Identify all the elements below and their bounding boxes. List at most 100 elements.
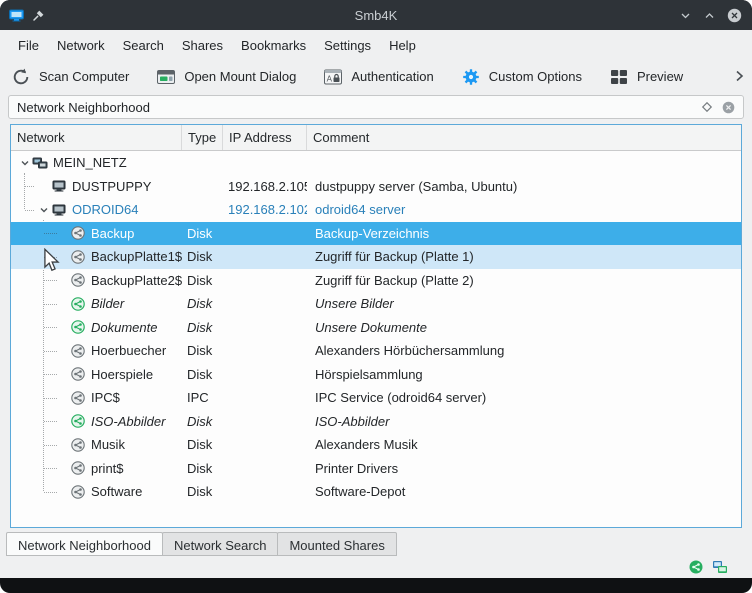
toolbar-overflow-icon[interactable] [734, 69, 744, 83]
ip-cell [223, 410, 307, 434]
menubar: FileNetworkSearchSharesBookmarksSettings… [0, 30, 752, 60]
menu-settings[interactable]: Settings [315, 34, 380, 57]
name-cell: IPC$ [11, 386, 182, 410]
table-row-hoerspiele[interactable]: HoerspieleDiskHörspielsammlung [11, 363, 741, 387]
tree-branch-line [44, 351, 57, 352]
entry-name: BackupPlatte1$ [91, 249, 182, 264]
entry-name: DUSTPUPPY [72, 179, 151, 194]
ip-cell [223, 269, 307, 293]
tab-mounted-shares[interactable]: Mounted Shares [277, 532, 396, 556]
comment-cell: Zugriff für Backup (Platte 2) [307, 269, 741, 293]
name-cell: BackupPlatte1$ [11, 245, 182, 269]
name-cell: Hoerbuecher [11, 339, 182, 363]
tree-branch-line [44, 257, 57, 258]
tab-network-neighborhood[interactable]: Network Neighborhood [6, 532, 163, 556]
close-button[interactable] [727, 8, 742, 23]
column-header-comment[interactable]: Comment [307, 125, 741, 150]
pin-icon[interactable] [32, 9, 45, 22]
scan-computer-button[interactable]: Scan Computer [10, 66, 129, 88]
table-row-backup[interactable]: BackupDiskBackup-Verzeichnis [11, 222, 741, 246]
type-cell: Disk [182, 269, 223, 293]
tree-branch-line [44, 327, 57, 328]
ip-cell [223, 433, 307, 457]
custom-options-icon [460, 66, 482, 88]
entry-name: Hoerbuecher [91, 343, 166, 358]
name-cell: Musik [11, 433, 182, 457]
statusbar [0, 556, 752, 578]
table-row-dustpuppy[interactable]: DUSTPUPPY192.168.2.105dustpuppy server (… [11, 175, 741, 199]
table-row-ipc[interactable]: IPC$IPCIPC Service (odroid64 server) [11, 386, 741, 410]
tree-branch-line [25, 186, 34, 187]
table-row-hoerbuecher[interactable]: HoerbuecherDiskAlexanders Hörbüchersamml… [11, 339, 741, 363]
minimize-button[interactable] [679, 9, 692, 22]
authentication-button[interactable]: AAuthentication [322, 66, 433, 88]
maximize-button[interactable] [703, 9, 716, 22]
tab-network-search[interactable]: Network Search [162, 532, 278, 556]
custom-options-button[interactable]: Custom Options [460, 66, 582, 88]
menu-help[interactable]: Help [380, 34, 425, 57]
entry-name: Bilder [91, 296, 124, 311]
name-cell: MEIN_NETZ [11, 151, 182, 175]
menu-file[interactable]: File [9, 34, 48, 57]
table-row-mein-netz[interactable]: MEIN_NETZ [11, 151, 741, 175]
menu-search[interactable]: Search [114, 34, 173, 57]
name-cell: Software [11, 480, 182, 504]
ip-cell [223, 363, 307, 387]
entry-name: Musik [91, 437, 125, 452]
comment-cell: ISO-Abbilder [307, 410, 741, 434]
type-cell: Disk [182, 363, 223, 387]
table-row-dokumente[interactable]: DokumenteDiskUnsere Dokumente [11, 316, 741, 340]
table-row-backupplatte1[interactable]: BackupPlatte1$DiskZugriff für Backup (Pl… [11, 245, 741, 269]
table-row-backupplatte2[interactable]: BackupPlatte2$DiskZugriff für Backup (Pl… [11, 269, 741, 293]
comment-cell: dustpuppy server (Samba, Ubuntu) [307, 175, 741, 199]
name-cell: DUSTPUPPY [11, 175, 182, 199]
entry-name: ODROID64 [72, 202, 138, 217]
entry-name: ISO-Abbilder [91, 414, 165, 429]
table-row-odroid64[interactable]: ODROID64192.168.2.102odroid64 server [11, 198, 741, 222]
preview-button[interactable]: Preview [608, 66, 683, 88]
type-cell: Disk [182, 457, 223, 481]
comment-cell: Backup-Verzeichnis [307, 222, 741, 246]
column-header-type[interactable]: Type [182, 125, 223, 150]
table-row-bilder[interactable]: BilderDiskUnsere Bilder [11, 292, 741, 316]
share-mounted-icon [70, 319, 86, 335]
expander-icon[interactable] [36, 205, 51, 215]
menu-bookmarks[interactable]: Bookmarks [232, 34, 315, 57]
name-cell: Dokumente [11, 316, 182, 340]
type-cell: Disk [182, 222, 223, 246]
comment-cell: Alexanders Musik [307, 433, 741, 457]
ip-cell [223, 292, 307, 316]
table-row-print[interactable]: print$DiskPrinter Drivers [11, 457, 741, 481]
table-row-software[interactable]: SoftwareDiskSoftware-Depot [11, 480, 741, 504]
table-row-musik[interactable]: MusikDiskAlexanders Musik [11, 433, 741, 457]
window-body: FileNetworkSearchSharesBookmarksSettings… [0, 30, 752, 578]
dock-close-icon[interactable] [722, 101, 735, 114]
scan-computer-icon [10, 66, 32, 88]
mount-dialog-icon [155, 66, 177, 88]
ip-cell [223, 245, 307, 269]
type-cell: Disk [182, 245, 223, 269]
ip-cell [223, 457, 307, 481]
tree-branch-line [44, 280, 57, 281]
comment-cell: Printer Drivers [307, 457, 741, 481]
menu-shares[interactable]: Shares [173, 34, 232, 57]
share-icon [70, 272, 86, 288]
dock-float-icon[interactable] [701, 101, 713, 113]
open-mount-dialog-button[interactable]: Open Mount Dialog [155, 66, 296, 88]
tree-branch-line [44, 304, 57, 305]
expander-icon[interactable] [17, 158, 32, 168]
column-header-ip-address[interactable]: IP Address [223, 125, 307, 150]
menu-network[interactable]: Network [48, 34, 114, 57]
table-row-iso-abbilder[interactable]: ISO-AbbilderDiskISO-Abbilder [11, 410, 741, 434]
toolbar-label: Custom Options [489, 69, 582, 84]
name-cell: ODROID64 [11, 198, 182, 222]
ip-cell [223, 386, 307, 410]
share-icon [70, 366, 86, 382]
comment-cell: odroid64 server [307, 198, 741, 222]
server-icon [51, 202, 67, 218]
type-cell: IPC [182, 386, 223, 410]
dock-title: Network Neighborhood [17, 100, 150, 115]
authentication-icon: A [322, 66, 344, 88]
comment-cell: Unsere Dokumente [307, 316, 741, 340]
column-header-network[interactable]: Network [11, 125, 182, 150]
